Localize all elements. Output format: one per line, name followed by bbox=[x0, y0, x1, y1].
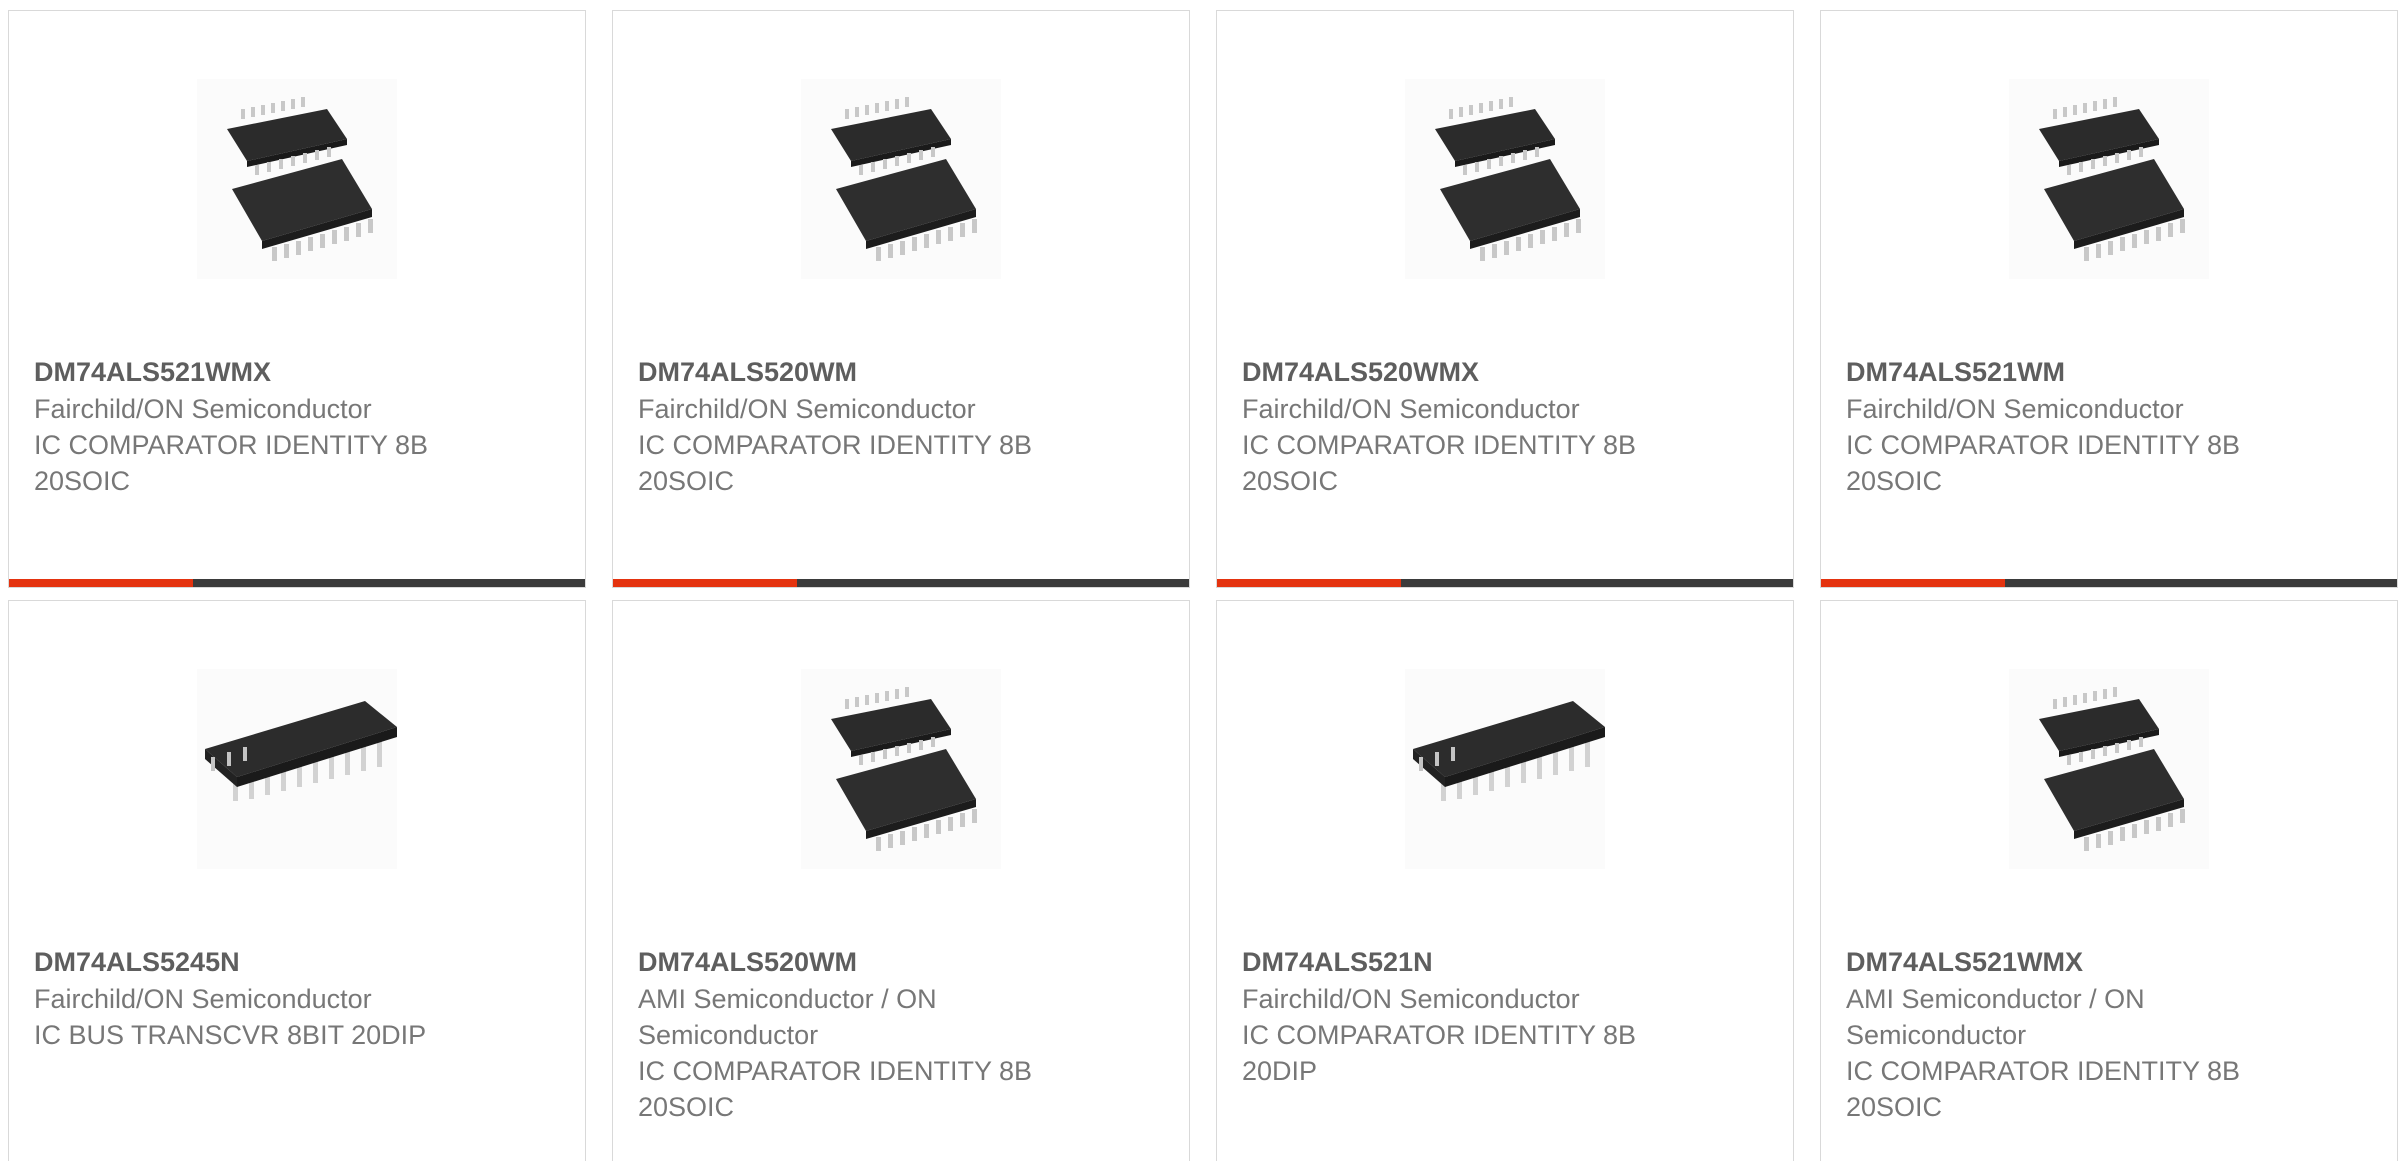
description-line: 20SOIC bbox=[1242, 466, 1339, 496]
manufacturer: AMI Semiconductor / ON bbox=[1846, 984, 2145, 1014]
product-card[interactable]: DM74ALS520WMX Fairchild/ON Semiconductor… bbox=[1216, 10, 1794, 588]
description-line: IC COMPARATOR IDENTITY 8B bbox=[1242, 1020, 1637, 1050]
product-card[interactable]: DM74ALS520WM Fairchild/ON Semiconductor … bbox=[612, 10, 1190, 588]
progress-bar bbox=[1217, 579, 1793, 587]
product-info: DM74ALS520WM AMI Semiconductor / ON Semi… bbox=[638, 943, 1108, 1125]
product-info: DM74ALS520WMX Fairchild/ON Semiconductor… bbox=[1242, 353, 1712, 499]
progress-bar bbox=[9, 579, 585, 587]
part-number[interactable]: DM74ALS520WMX bbox=[1242, 353, 1712, 391]
product-info: DM74ALS521N Fairchild/ON Semiconductor I… bbox=[1242, 943, 1712, 1089]
manufacturer: Fairchild/ON Semiconductor bbox=[1242, 394, 1580, 424]
product-info: DM74ALS5245N Fairchild/ON Semiconductor … bbox=[34, 943, 504, 1053]
product-card[interactable]: DM74ALS521N Fairchild/ON Semiconductor I… bbox=[1216, 600, 1794, 1161]
progress-fill bbox=[1217, 579, 1402, 587]
soic-chip-icon bbox=[1435, 97, 1581, 261]
product-image[interactable] bbox=[1405, 669, 1605, 869]
part-number[interactable]: DM74ALS521WMX bbox=[34, 353, 504, 391]
description-line: IC COMPARATOR IDENTITY 8B bbox=[1242, 430, 1637, 460]
product-image[interactable] bbox=[801, 79, 1001, 279]
description-line: IC COMPARATOR IDENTITY 8B bbox=[34, 430, 429, 460]
part-number[interactable]: DM74ALS520WM bbox=[638, 353, 1108, 391]
product-info: DM74ALS521WMX Fairchild/ON Semiconductor… bbox=[34, 353, 504, 499]
dip-chip-icon bbox=[1413, 701, 1605, 801]
product-image[interactable] bbox=[197, 669, 397, 869]
manufacturer: Fairchild/ON Semiconductor bbox=[1846, 394, 2184, 424]
manufacturer: Fairchild/ON Semiconductor bbox=[34, 984, 372, 1014]
manufacturer: Fairchild/ON Semiconductor bbox=[34, 394, 372, 424]
description-line: 20SOIC bbox=[1846, 1092, 1943, 1122]
progress-bar bbox=[1821, 579, 2397, 587]
description-line: IC BUS TRANSCVR 8BIT 20DIP bbox=[34, 1020, 427, 1050]
part-number[interactable]: DM74ALS521WMX bbox=[1846, 943, 2316, 981]
manufacturer: Fairchild/ON Semiconductor bbox=[638, 394, 976, 424]
soic-chip-icon bbox=[2039, 97, 2185, 261]
part-number[interactable]: DM74ALS521N bbox=[1242, 943, 1712, 981]
progress-bar bbox=[613, 579, 1189, 587]
product-info: DM74ALS521WMX AMI Semiconductor / ON Sem… bbox=[1846, 943, 2316, 1125]
product-image[interactable] bbox=[1405, 79, 1605, 279]
product-image[interactable] bbox=[2009, 669, 2209, 869]
product-image[interactable] bbox=[801, 669, 1001, 869]
description-line: IC COMPARATOR IDENTITY 8B bbox=[638, 1056, 1033, 1086]
description-line: 20SOIC bbox=[638, 1092, 735, 1122]
progress-fill bbox=[9, 579, 194, 587]
part-number[interactable]: DM74ALS520WM bbox=[638, 943, 1108, 981]
part-number[interactable]: DM74ALS5245N bbox=[34, 943, 504, 981]
description-line: 20SOIC bbox=[638, 466, 735, 496]
product-image[interactable] bbox=[197, 79, 397, 279]
manufacturer: Semiconductor bbox=[1846, 1020, 2027, 1050]
manufacturer: AMI Semiconductor / ON bbox=[638, 984, 937, 1014]
product-card[interactable]: DM74ALS5245N Fairchild/ON Semiconductor … bbox=[8, 600, 586, 1161]
product-card[interactable]: DM74ALS520WM AMI Semiconductor / ON Semi… bbox=[612, 600, 1190, 1161]
progress-fill bbox=[1821, 579, 2006, 587]
product-card[interactable]: DM74ALS521WMX AMI Semiconductor / ON Sem… bbox=[1820, 600, 2398, 1161]
manufacturer: Semiconductor bbox=[638, 1020, 819, 1050]
part-number[interactable]: DM74ALS521WM bbox=[1846, 353, 2316, 391]
product-card[interactable]: DM74ALS521WM Fairchild/ON Semiconductor … bbox=[1820, 10, 2398, 588]
description-line: 20SOIC bbox=[34, 466, 131, 496]
description-line: IC COMPARATOR IDENTITY 8B bbox=[1846, 430, 2241, 460]
description-line: 20SOIC bbox=[1846, 466, 1943, 496]
progress-fill bbox=[613, 579, 798, 587]
product-info: DM74ALS521WM Fairchild/ON Semiconductor … bbox=[1846, 353, 2316, 499]
description-line: IC COMPARATOR IDENTITY 8B bbox=[1846, 1056, 2241, 1086]
product-info: DM74ALS520WM Fairchild/ON Semiconductor … bbox=[638, 353, 1108, 499]
description-line: IC COMPARATOR IDENTITY 8B bbox=[638, 430, 1033, 460]
soic-chip-icon bbox=[2039, 687, 2185, 851]
product-grid: DM74ALS521WMX Fairchild/ON Semiconductor… bbox=[0, 0, 2400, 1161]
manufacturer: Fairchild/ON Semiconductor bbox=[1242, 984, 1580, 1014]
soic-chip-icon bbox=[227, 97, 373, 261]
product-image[interactable] bbox=[2009, 79, 2209, 279]
dip-chip-icon bbox=[205, 701, 397, 801]
description-line: 20DIP bbox=[1242, 1056, 1318, 1086]
soic-chip-icon bbox=[831, 687, 977, 851]
soic-chip-icon bbox=[831, 97, 977, 261]
product-card[interactable]: DM74ALS521WMX Fairchild/ON Semiconductor… bbox=[8, 10, 586, 588]
